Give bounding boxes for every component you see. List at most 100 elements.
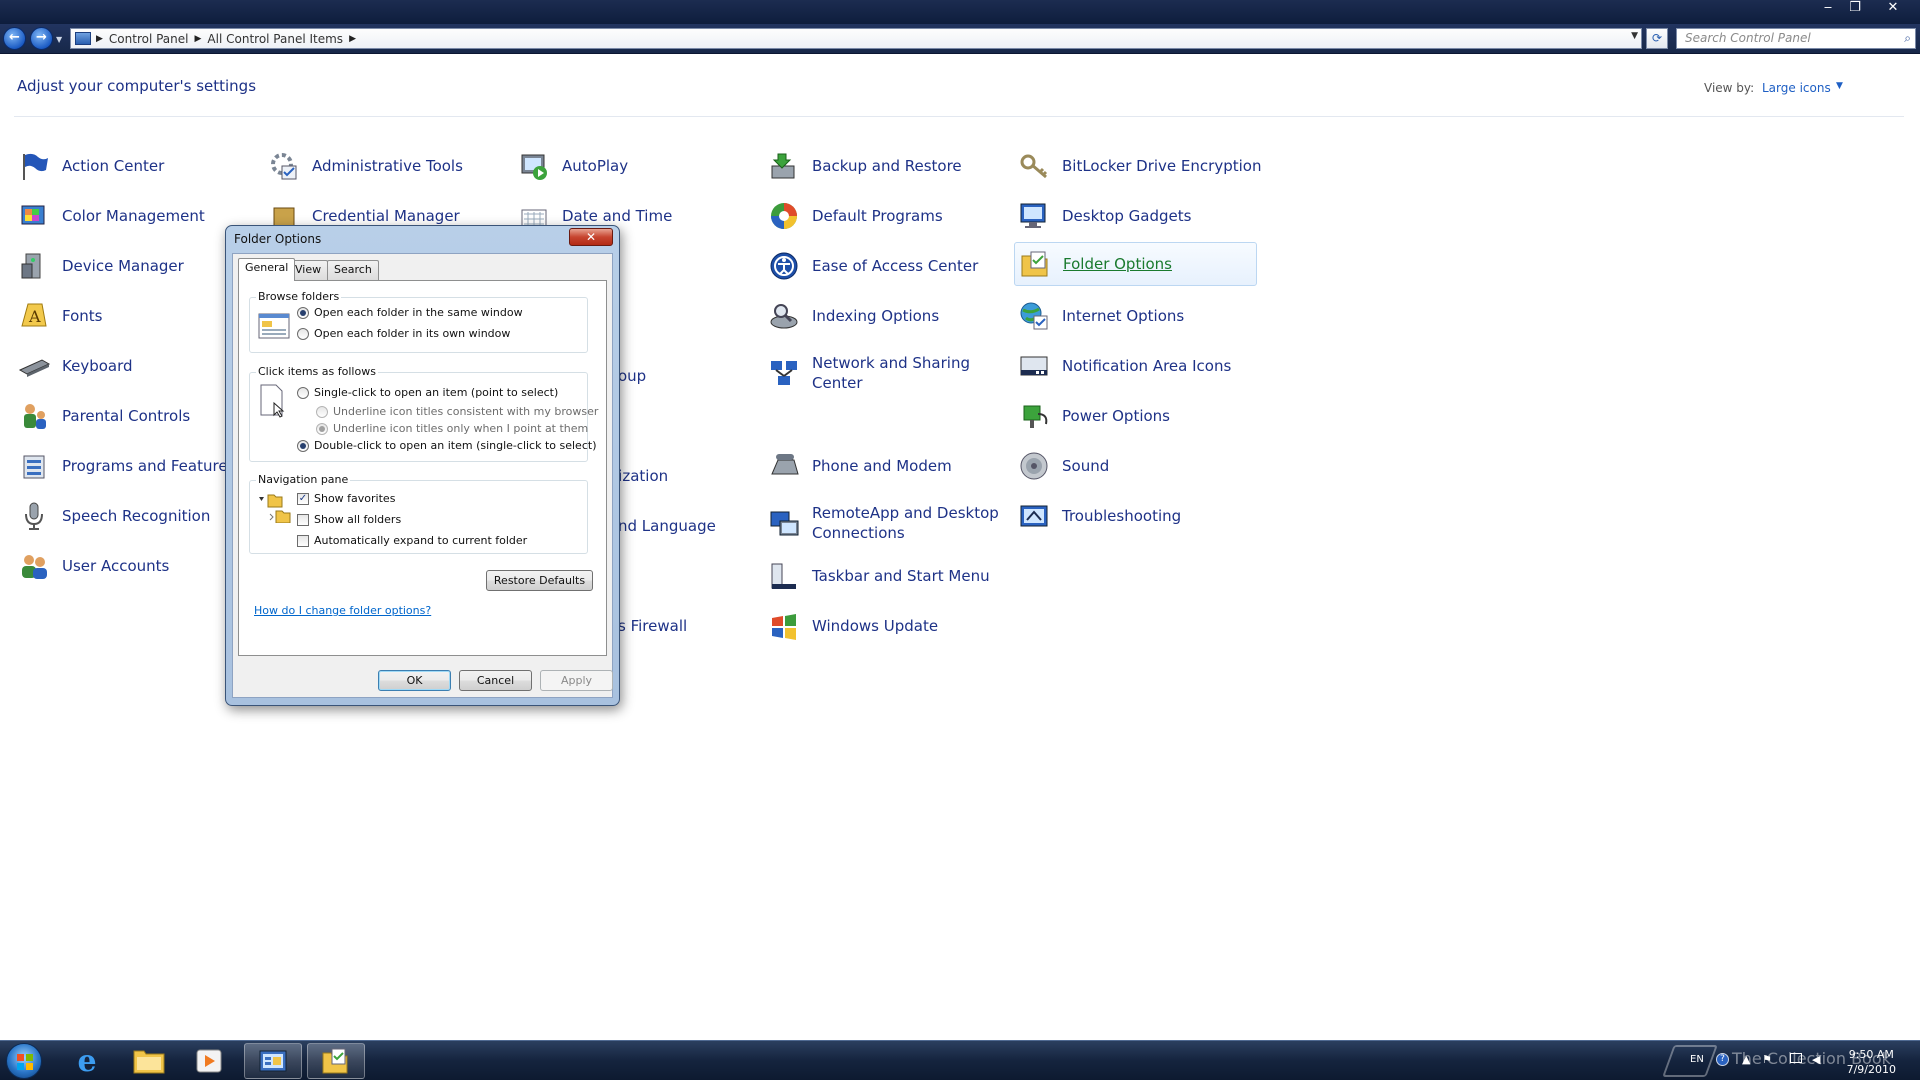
taskbar-internet-explorer[interactable]: e xyxy=(58,1043,116,1079)
item-indexing-options[interactable]: Indexing Options xyxy=(768,294,939,338)
breadcrumb-all-items[interactable]: All Control Panel Items xyxy=(207,32,343,46)
browse-folders-group: Browse folders Open each folder in the s… xyxy=(249,290,588,353)
back-button[interactable]: ← xyxy=(3,27,26,50)
show-hidden-icons-icon[interactable]: ▲ xyxy=(1742,1053,1750,1066)
address-dropdown-icon[interactable]: ▼ xyxy=(1631,31,1638,41)
backup-icon xyxy=(768,150,800,182)
flag-icon xyxy=(18,150,50,182)
view-by-dropdown[interactable]: Large icons xyxy=(1762,81,1831,95)
item-backup-restore[interactable]: Backup and Restore xyxy=(768,144,962,188)
single-click-option[interactable]: Single-click to open an item (point to s… xyxy=(297,386,558,399)
item-speech-recognition[interactable]: Speech Recognition xyxy=(18,494,210,538)
divider xyxy=(14,116,1904,117)
item-user-accounts[interactable]: User Accounts xyxy=(18,544,169,588)
volume-icon[interactable]: ◀ xyxy=(1812,1053,1820,1066)
open-same-window-radio[interactable] xyxy=(297,306,309,319)
dialog-close-button[interactable]: ✕ xyxy=(569,228,613,246)
restore-defaults-button[interactable]: Restore Defaults xyxy=(486,570,593,591)
power-icon xyxy=(1018,400,1050,432)
breadcrumb-control-panel[interactable]: Control Panel xyxy=(109,32,189,46)
click-items-group: Click items as follows Single-click to o… xyxy=(249,365,598,462)
item-color-management[interactable]: Color Management xyxy=(18,194,205,238)
ok-button[interactable]: OK xyxy=(378,670,451,691)
item-bitlocker[interactable]: BitLocker Drive Encryption xyxy=(1018,144,1261,188)
item-fonts[interactable]: A Fonts xyxy=(18,294,102,338)
show-all-folders-checkbox[interactable] xyxy=(297,513,309,526)
single-click-radio[interactable] xyxy=(297,386,309,399)
address-bar[interactable]: ▶ Control Panel ▶ All Control Panel Item… xyxy=(70,28,1642,49)
taskbar-media-player[interactable] xyxy=(180,1043,238,1079)
remote-icon xyxy=(768,507,800,539)
tab-general[interactable]: General xyxy=(238,258,296,281)
breadcrumb-separator-icon[interactable]: ▶ xyxy=(96,34,103,44)
search-input[interactable]: Search Control Panel ⌕ xyxy=(1676,28,1916,49)
item-internet-options[interactable]: Internet Options xyxy=(1018,294,1184,338)
item-sound[interactable]: Sound xyxy=(1018,444,1109,488)
parental-icon xyxy=(18,400,50,432)
media-player-icon xyxy=(196,1049,222,1073)
item-power-options[interactable]: Power Options xyxy=(1018,394,1170,438)
network-tray-icon[interactable] xyxy=(1790,1053,1802,1063)
double-click-radio[interactable] xyxy=(297,439,309,452)
open-own-window-radio[interactable] xyxy=(297,327,309,340)
item-folder-options[interactable]: Folder Options xyxy=(1014,242,1257,286)
search-icon[interactable]: ⌕ xyxy=(1904,31,1911,46)
item-taskbar-start-menu[interactable]: Taskbar and Start Menu xyxy=(768,554,990,598)
recent-pages-dropdown[interactable]: ▼ xyxy=(56,35,62,44)
language-indicator[interactable]: EN xyxy=(1690,1054,1704,1065)
close-button[interactable]: ✕ xyxy=(1880,0,1906,18)
start-button[interactable] xyxy=(6,1043,42,1079)
item-action-center[interactable]: Action Center xyxy=(18,144,164,188)
window-icon xyxy=(258,312,290,340)
action-center-flag-icon[interactable]: ⚑ xyxy=(1762,1053,1772,1066)
folder-icon xyxy=(1019,248,1051,280)
taskbar-control-panel[interactable] xyxy=(244,1043,302,1079)
item-programs-features[interactable]: Programs and Features xyxy=(18,444,235,488)
help-link[interactable]: How do I change folder options? xyxy=(254,604,431,617)
open-same-window-option[interactable]: Open each folder in the same window xyxy=(297,306,523,319)
tab-search[interactable]: Search xyxy=(327,260,379,280)
taskbar-folder-options[interactable] xyxy=(307,1043,365,1079)
item-parental-controls[interactable]: Parental Controls xyxy=(18,394,190,438)
item-notification-area-icons[interactable]: Notification Area Icons xyxy=(1018,344,1231,388)
item-autoplay[interactable]: AutoPlay xyxy=(518,144,628,188)
breadcrumb-separator-icon[interactable]: ▶ xyxy=(195,34,202,44)
show-all-folders-option[interactable]: Show all folders xyxy=(297,513,401,526)
item-windows-firewall-partial[interactable]: s Firewall xyxy=(618,604,687,648)
item-windows-update[interactable]: Windows Update xyxy=(768,604,938,648)
item-administrative-tools[interactable]: Administrative Tools xyxy=(268,144,463,188)
item-desktop-gadgets[interactable]: Desktop Gadgets xyxy=(1018,194,1191,238)
item-device-manager[interactable]: Device Manager xyxy=(18,244,184,288)
item-remoteapp[interactable]: RemoteApp and Desktop Connections xyxy=(768,494,1002,552)
show-favorites-option[interactable]: ✓ Show favorites xyxy=(297,492,395,505)
item-personalization-partial[interactable]: lization xyxy=(614,454,668,498)
item-phone-modem[interactable]: Phone and Modem xyxy=(768,444,952,488)
item-region-language-partial[interactable]: nd Language xyxy=(618,504,716,548)
open-own-window-option[interactable]: Open each folder in its own window xyxy=(297,327,510,340)
refresh-button[interactable]: ⟳ xyxy=(1646,28,1668,49)
item-keyboard[interactable]: Keyboard xyxy=(18,344,133,388)
show-favorites-checkbox[interactable]: ✓ xyxy=(297,492,309,505)
taskbar-explorer[interactable] xyxy=(120,1043,178,1079)
help-tray-icon[interactable]: ? xyxy=(1716,1053,1729,1066)
apply-button: Apply xyxy=(540,670,613,691)
item-default-programs[interactable]: Default Programs xyxy=(768,194,943,238)
general-tab-panel: Browse folders Open each folder in the s… xyxy=(238,280,607,656)
double-click-option[interactable]: Double-click to open an item (single-cli… xyxy=(297,439,596,452)
auto-expand-checkbox[interactable] xyxy=(297,534,309,547)
auto-expand-option[interactable]: Automatically expand to current folder xyxy=(297,534,527,547)
item-homegroup-partial[interactable]: oup xyxy=(618,354,646,398)
gadgets-icon xyxy=(1018,200,1050,232)
item-network-sharing[interactable]: Network and Sharing Center xyxy=(768,344,992,402)
chevron-down-icon[interactable]: ▼ xyxy=(1836,81,1843,91)
restore-button[interactable]: ❐ xyxy=(1842,0,1868,18)
forward-button[interactable]: → xyxy=(30,27,53,50)
cancel-button[interactable]: Cancel xyxy=(459,670,532,691)
minimize-button[interactable]: ‒ xyxy=(1815,0,1841,18)
control-panel-icon xyxy=(259,1050,287,1072)
navigation-bar: ← → ▼ ▶ Control Panel ▶ All Control Pane… xyxy=(0,24,1920,54)
item-ease-of-access[interactable]: Ease of Access Center xyxy=(768,244,978,288)
item-troubleshooting[interactable]: Troubleshooting xyxy=(1018,494,1181,538)
breadcrumb-separator-icon[interactable]: ▶ xyxy=(349,34,356,44)
clock[interactable]: 9:50 AM 7/9/2010 xyxy=(1847,1047,1896,1077)
